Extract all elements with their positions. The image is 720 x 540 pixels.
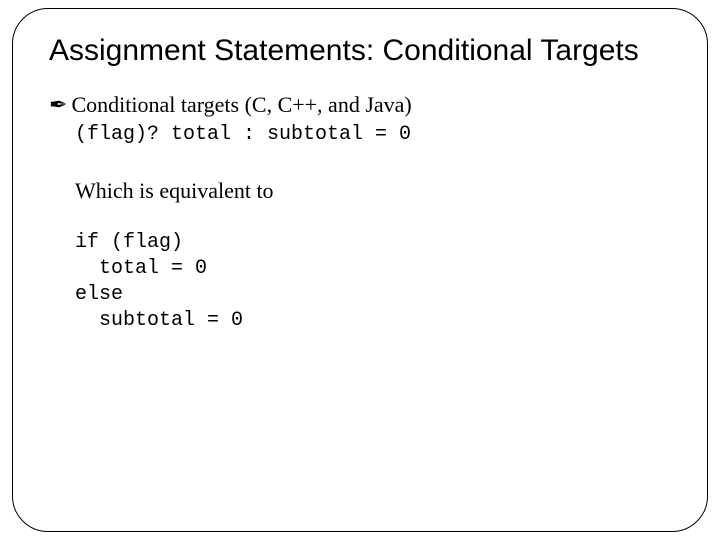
slide-frame: Assignment Statements: Conditional Targe… — [12, 8, 708, 532]
bullet-text: Conditional targets (C, C++, and Java) — [71, 91, 411, 120]
bullet-item: ✒ Conditional targets (C, C++, and Java) — [49, 91, 675, 120]
equivalent-label: Which is equivalent to — [75, 178, 675, 204]
slide-title: Assignment Statements: Conditional Targe… — [49, 33, 675, 69]
code-if-else: if (flag) total = 0 else subtotal = 0 — [75, 230, 675, 334]
bullet-icon: ✒ — [49, 91, 67, 120]
code-ternary: (flag)? total : subtotal = 0 — [75, 122, 675, 148]
